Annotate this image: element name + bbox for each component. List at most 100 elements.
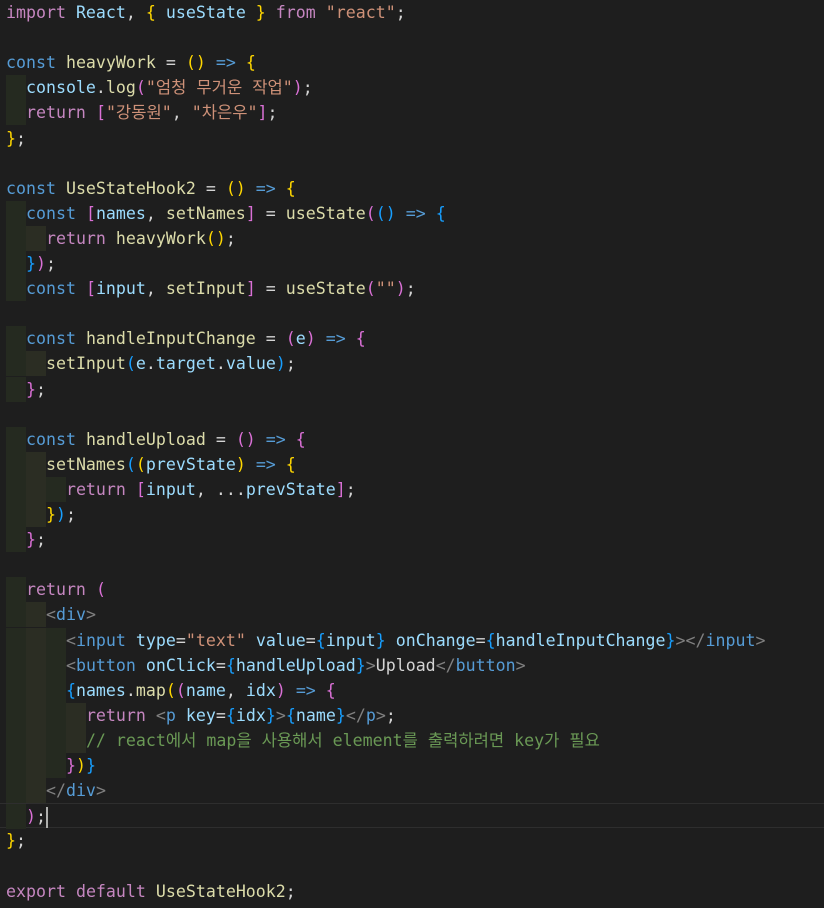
code-line-content: })} [6, 756, 96, 775]
code-token: } [85, 756, 96, 775]
code-token: = [215, 655, 226, 675]
code-line[interactable] [0, 402, 824, 427]
code-line[interactable]: setInput(e.target.value); [0, 351, 824, 377]
code-token: onChange [395, 630, 476, 650]
code-line[interactable]: {names.map((name, idx) => { [0, 677, 824, 703]
code-line[interactable]: })} [0, 753, 824, 779]
code-line[interactable]: }); [0, 502, 824, 528]
code-line[interactable]: <button onClick={handleUpload}>Upload</b… [0, 652, 824, 678]
code-token: } [6, 128, 16, 148]
code-token: { [225, 705, 236, 725]
code-editor[interactable]: import React, { useState } from "react";… [0, 0, 824, 908]
code-token: ; [395, 3, 406, 22]
code-line[interactable]: }; [0, 126, 824, 151]
code-token: = [215, 705, 226, 725]
code-line[interactable]: const [input, setInput] = useState(""); [0, 276, 824, 302]
code-token: type [135, 630, 176, 650]
code-line[interactable]: // react에서 map을 사용해서 element를 출력하려면 key가… [0, 727, 824, 753]
code-token: return [65, 479, 126, 499]
code-line[interactable]: return <p key={idx}>{name}</p>; [0, 702, 824, 728]
code-line[interactable] [0, 25, 824, 50]
code-token: { [295, 429, 306, 449]
code-line[interactable]: }; [0, 828, 824, 853]
code-token: } [25, 379, 36, 399]
code-token: default [75, 881, 146, 901]
code-line[interactable] [0, 301, 824, 326]
code-token: "강동원" [105, 103, 172, 123]
code-line-content: return heavyWork(); [6, 229, 236, 248]
code-line[interactable]: return ( [0, 577, 824, 603]
code-token: import [6, 3, 66, 22]
code-line[interactable]: ); [0, 803, 824, 830]
code-token: ] [245, 203, 256, 223]
code-token: ] [245, 279, 256, 299]
code-token: { [225, 655, 236, 675]
code-token: UseStateHook2 [155, 881, 286, 901]
code-line[interactable] [0, 853, 824, 878]
code-line-content: <div> [6, 605, 96, 624]
code-token: ; [35, 379, 46, 399]
code-line[interactable] [0, 151, 824, 176]
code-line[interactable]: console.log("엄청 무거운 작업"); [0, 75, 824, 101]
code-line[interactable]: return [input, ...prevState]; [0, 476, 824, 502]
code-token: ; [35, 530, 46, 550]
code-token: ; [45, 254, 56, 273]
code-line-content: return <p key={idx}>{name}</p>; [6, 706, 396, 725]
code-line[interactable]: <input type="text" value={input} onChang… [0, 627, 824, 653]
code-line[interactable]: const heavyWork = () => { [0, 50, 824, 75]
code-token: { [245, 53, 256, 73]
code-token: > [85, 605, 96, 625]
code-token: Upload [375, 655, 436, 675]
code-line[interactable]: import React, { useState } from "react"; [0, 0, 824, 25]
code-token: const [25, 279, 76, 299]
code-line-content: }); [6, 505, 76, 524]
code-line[interactable]: }; [0, 376, 824, 402]
code-line[interactable] [0, 552, 824, 577]
code-line[interactable]: return heavyWork(); [0, 225, 824, 251]
code-line[interactable]: }); [0, 251, 824, 277]
code-token: () [235, 429, 256, 449]
code-token: setNames [165, 203, 246, 223]
code-token: e [135, 354, 146, 374]
code-line[interactable]: const [names, setNames] = useState(() =>… [0, 200, 824, 226]
code-token: ) [25, 807, 36, 827]
code-token: => [315, 329, 356, 349]
code-token: > [375, 705, 386, 725]
code-token: ; [267, 103, 278, 123]
code-token: key [185, 705, 216, 725]
code-token: ( [135, 78, 146, 98]
code-line[interactable]: const handleUpload = () => { [0, 426, 824, 452]
code-token: p [365, 705, 376, 725]
code-token: . [95, 78, 106, 98]
code-line[interactable]: export default UseStateHook2; [0, 879, 824, 904]
code-token: const [25, 329, 76, 349]
code-line[interactable]: const handleInputChange = (e) => { [0, 326, 824, 352]
code-line[interactable]: <div> [0, 602, 824, 628]
code-token: > [365, 655, 376, 675]
code-line[interactable]: }; [0, 527, 824, 553]
code-line[interactable]: setNames((prevState) => { [0, 451, 824, 477]
code-token: ( [125, 454, 136, 474]
code-line[interactable]: </div> [0, 778, 824, 804]
code-line-content: export default UseStateHook2; [6, 882, 296, 901]
code-token: ) [235, 454, 246, 474]
code-token: useState [285, 203, 366, 223]
code-line[interactable]: return ["강동원", "차은우"]; [0, 100, 824, 126]
text-cursor [45, 807, 48, 829]
code-line[interactable]: const UseStateHook2 = () => { [0, 176, 824, 201]
code-token: ) [395, 279, 406, 299]
code-token: name [295, 705, 336, 725]
